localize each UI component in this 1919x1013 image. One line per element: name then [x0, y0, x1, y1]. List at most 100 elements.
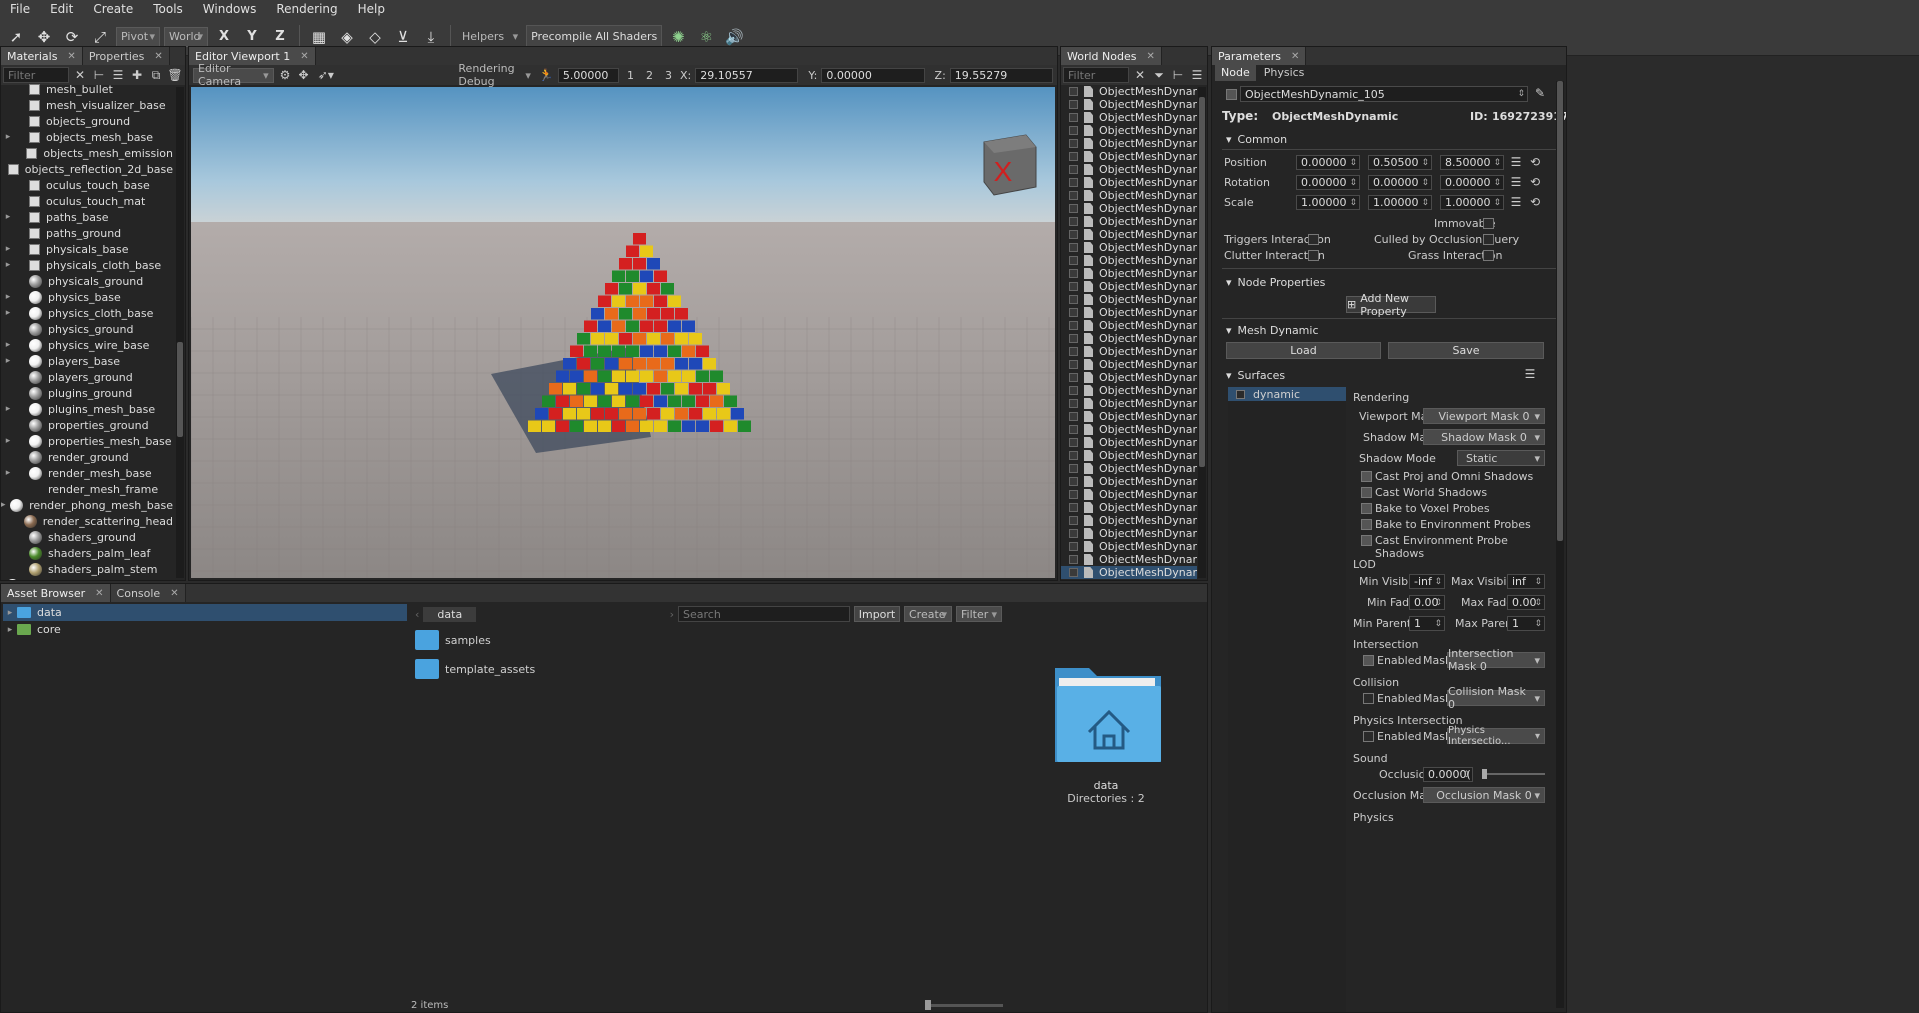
- surface-snap-icon[interactable]: ◈: [335, 25, 359, 49]
- preset-1-button[interactable]: 1: [623, 69, 638, 82]
- world-node-item[interactable]: ObjectMeshDynami: [1061, 553, 1197, 566]
- world-node-item[interactable]: ObjectMeshDynami: [1061, 150, 1197, 163]
- node-enabled-checkbox[interactable]: [1069, 308, 1078, 317]
- world-node-item[interactable]: ObjectMeshDynami: [1061, 267, 1197, 280]
- tab-parameters[interactable]: Parameters ✕: [1212, 47, 1307, 65]
- world-node-item[interactable]: ObjectMeshDynami: [1061, 462, 1197, 475]
- material-item[interactable]: ▸ players_base: [1, 353, 173, 369]
- world-node-item[interactable]: ObjectMeshDynami: [1061, 319, 1197, 332]
- node-enabled-checkbox[interactable]: [1069, 347, 1078, 356]
- triggers-interaction-checkbox[interactable]: [1308, 234, 1319, 245]
- position-y-field[interactable]: 0.50500: [1368, 155, 1432, 170]
- collision-enabled-checkbox[interactable]: [1363, 693, 1374, 704]
- material-item[interactable]: ▸ render_phong_mesh_base: [1, 497, 173, 513]
- world-node-item[interactable]: ObjectMeshDynami: [1061, 436, 1197, 449]
- node-enabled-checkbox[interactable]: [1069, 204, 1078, 213]
- material-item[interactable]: render_ground: [1, 449, 173, 465]
- grass-interaction-checkbox[interactable]: [1483, 250, 1494, 261]
- chevron-right-icon[interactable]: ▸: [1, 260, 15, 270]
- camera-z-field[interactable]: 19.55279: [949, 67, 1053, 83]
- drop-snap-icon[interactable]: ⊻: [391, 25, 415, 49]
- preset-2-button[interactable]: 2: [642, 69, 657, 82]
- create-dropdown[interactable]: Create: [904, 606, 952, 622]
- menu-icon[interactable]: ☰: [1508, 154, 1524, 170]
- node-enabled-checkbox[interactable]: [1069, 373, 1078, 382]
- node-enabled-checkbox[interactable]: [1069, 503, 1078, 512]
- node-enabled-checkbox[interactable]: [1069, 165, 1078, 174]
- material-item[interactable]: ▸shaders_phong_mesh_base: [1, 577, 173, 580]
- tab-console[interactable]: Console ✕: [110, 584, 186, 602]
- slider-handle[interactable]: [1482, 769, 1487, 779]
- import-button[interactable]: Import: [854, 606, 900, 622]
- world-node-item[interactable]: ObjectMeshDynami: [1061, 449, 1197, 462]
- min-visibility-field[interactable]: -inf: [1409, 574, 1445, 589]
- world-node-item[interactable]: ObjectMeshDynami: [1061, 501, 1197, 514]
- chevron-right-icon[interactable]: ▸: [3, 608, 17, 618]
- chevron-right-icon[interactable]: ▸: [1, 436, 15, 446]
- clear-filter-icon[interactable]: ✕: [1132, 67, 1148, 83]
- material-item[interactable]: ▸ physics_cloth_base: [1, 305, 173, 321]
- culled-occlusion-checkbox[interactable]: [1483, 234, 1494, 245]
- menu-windows[interactable]: Windows: [193, 2, 267, 16]
- menu-edit[interactable]: Edit: [40, 2, 83, 16]
- list-view-icon[interactable]: ☰: [1189, 67, 1205, 83]
- node-enabled-checkbox[interactable]: [1226, 89, 1237, 100]
- material-item[interactable]: plugins_ground: [1, 385, 173, 401]
- 3d-viewport[interactable]: X: [191, 87, 1055, 578]
- material-item[interactable]: shaders_palm_stem: [1, 561, 173, 577]
- material-item[interactable]: physics_ground: [1, 321, 173, 337]
- helpers-dropdown[interactable]: Helpers: [458, 26, 523, 47]
- add-new-property-button[interactable]: ⊞ Add New Property: [1346, 292, 1436, 318]
- section-common[interactable]: ▾ Common: [1212, 129, 1287, 149]
- chevron-right-icon[interactable]: ▸: [1, 404, 15, 414]
- axis-y-button[interactable]: Y: [240, 25, 264, 49]
- filter-funnel-icon[interactable]: ⏷: [1151, 67, 1167, 83]
- occlusion-field[interactable]: 0.0000(: [1423, 767, 1473, 782]
- chevron-right-icon[interactable]: ▸: [1, 356, 15, 366]
- back-icon[interactable]: ‹: [415, 608, 419, 621]
- node-enabled-checkbox[interactable]: [1069, 399, 1078, 408]
- save-button[interactable]: Save: [1388, 342, 1544, 359]
- camera-x-field[interactable]: 29.10557: [695, 67, 799, 83]
- forward-icon[interactable]: ›: [670, 608, 674, 621]
- world-dropdown[interactable]: World: [164, 26, 208, 47]
- world-node-item[interactable]: ObjectMeshDynami: [1061, 176, 1197, 189]
- node-enabled-checkbox[interactable]: [1069, 477, 1078, 486]
- scale-x-field[interactable]: 1.00000: [1296, 195, 1360, 210]
- tree-item-data[interactable]: ▸ data: [3, 604, 407, 621]
- pivot-dropdown[interactable]: Pivot: [116, 26, 160, 47]
- material-item[interactable]: objects_mesh_emission: [1, 145, 173, 161]
- surface-item-dynamic[interactable]: dynamic: [1228, 387, 1346, 401]
- close-icon[interactable]: ✕: [1146, 51, 1154, 62]
- world-node-item[interactable]: ObjectMeshDynami: [1061, 397, 1197, 410]
- precompile-shaders-button[interactable]: Precompile All Shaders: [526, 24, 663, 49]
- world-node-item[interactable]: ObjectMeshDynami: [1061, 124, 1197, 137]
- camera-y-field[interactable]: 0.00000: [821, 67, 925, 83]
- immovable-checkbox[interactable]: [1483, 218, 1494, 229]
- material-item[interactable]: ▸ plugins_mesh_base: [1, 401, 173, 417]
- shadow-mask-dropdown[interactable]: Shadow Mask 0: [1423, 429, 1545, 445]
- settings-gear-icon[interactable]: ⚙: [278, 67, 293, 83]
- camera-dropdown[interactable]: Editor Camera: [193, 62, 274, 88]
- node-enabled-checkbox[interactable]: [1069, 542, 1078, 551]
- material-item[interactable]: ▸ physics_wire_base: [1, 337, 173, 353]
- menu-help[interactable]: Help: [348, 2, 395, 16]
- world-node-item[interactable]: ObjectMeshDynami: [1061, 189, 1197, 202]
- world-node-item[interactable]: ObjectMeshDynami: [1061, 254, 1197, 267]
- world-node-item[interactable]: ObjectMeshDynami: [1061, 488, 1197, 501]
- world-node-item[interactable]: ObjectMeshDynami: [1061, 163, 1197, 176]
- menu-rendering[interactable]: Rendering: [266, 2, 347, 16]
- subtab-node[interactable]: Node: [1215, 65, 1256, 81]
- tab-asset-browser[interactable]: Asset Browser ✕: [1, 584, 111, 602]
- node-enabled-checkbox[interactable]: [1069, 438, 1078, 447]
- chevron-right-icon[interactable]: ▸: [1, 468, 15, 478]
- sound-toggle-icon[interactable]: 🔊: [722, 25, 746, 49]
- world-node-item[interactable]: ObjectMeshDynami: [1061, 358, 1197, 371]
- grid-snap-icon[interactable]: ▦: [307, 25, 331, 49]
- close-icon[interactable]: ✕: [154, 51, 162, 62]
- material-item[interactable]: ▸ objects_mesh_base: [1, 129, 173, 145]
- material-item[interactable]: ▸ physicals_base: [1, 241, 173, 257]
- material-item[interactable]: ▸ paths_base: [1, 209, 173, 225]
- scrollbar-thumb[interactable]: [1199, 97, 1205, 467]
- menu-icon[interactable]: ☰: [1508, 174, 1524, 190]
